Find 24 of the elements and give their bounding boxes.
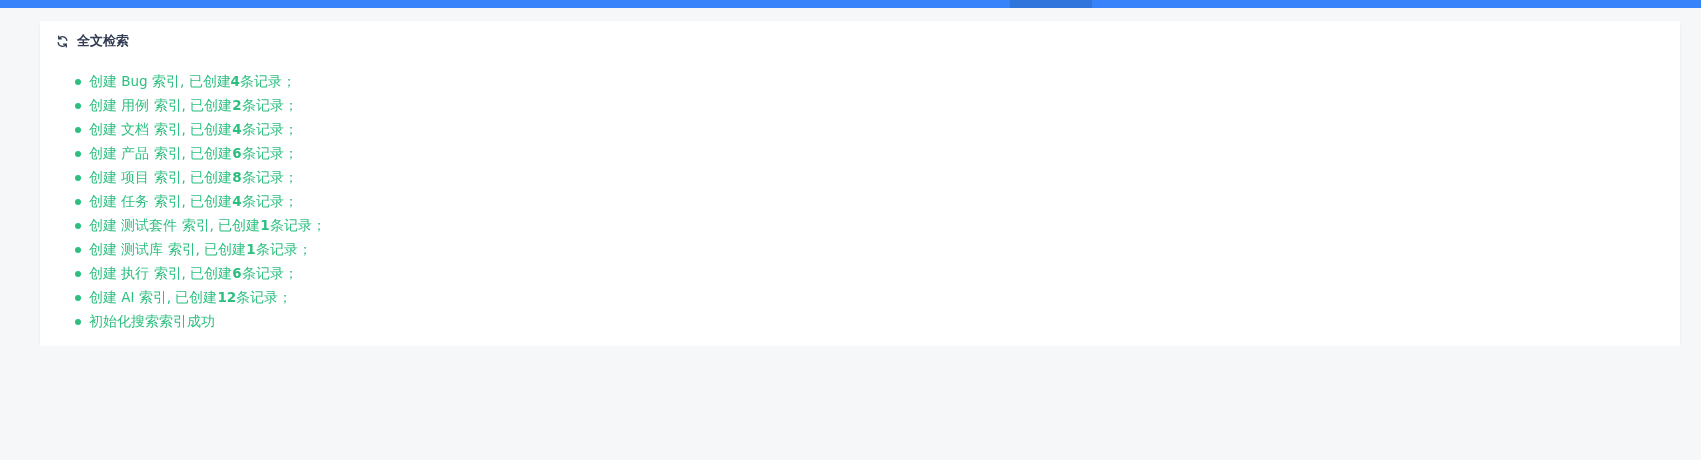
log-message: 创建 用例 索引, 已创建2条记录； [89, 97, 298, 115]
bullet-icon [75, 223, 81, 229]
log-message: 创建 Bug 索引, 已创建4条记录； [89, 73, 296, 91]
bullet-icon [75, 127, 81, 133]
bullet-icon [75, 319, 81, 325]
refresh-icon [56, 34, 69, 48]
bullet-icon [75, 199, 81, 205]
log-message: 初始化搜索索引成功 [89, 313, 215, 331]
log-message: 创建 任务 索引, 已创建4条记录； [89, 193, 298, 211]
bullet-icon [75, 79, 81, 85]
log-message: 创建 产品 索引, 已创建6条记录； [89, 145, 298, 163]
bullet-icon [75, 175, 81, 181]
log-message: 创建 AI 索引, 已创建12条记录； [89, 289, 293, 307]
log-message: 创建 测试套件 索引, 已创建1条记录； [89, 217, 326, 235]
panel-title: 全文检索 [77, 32, 129, 50]
log-message: 创建 执行 索引, 已创建6条记录； [89, 265, 298, 283]
log-message: 创建 测试库 索引, 已创建1条记录； [89, 241, 312, 259]
bullet-icon [75, 151, 81, 157]
bullet-icon [75, 271, 81, 277]
log-message: 创建 项目 索引, 已创建8条记录； [89, 169, 298, 187]
bullet-icon [75, 103, 81, 109]
bullet-icon [75, 295, 81, 301]
log-message: 创建 文档 索引, 已创建4条记录； [89, 121, 298, 139]
bullet-icon [75, 247, 81, 253]
